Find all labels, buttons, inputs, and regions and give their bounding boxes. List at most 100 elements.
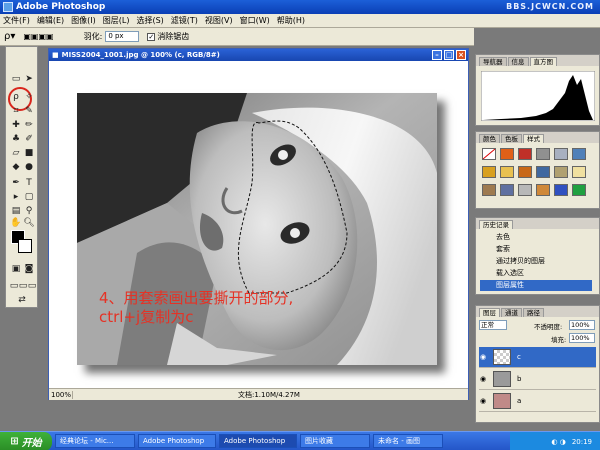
pen-icon[interactable]: ✒ xyxy=(10,177,22,189)
start-button[interactable]: ⊞ 开始 xyxy=(0,431,52,450)
menu-window[interactable]: 窗口(W) xyxy=(240,15,270,26)
tab-paths[interactable]: 路径 xyxy=(523,308,544,317)
eye-icon[interactable]: ◉ xyxy=(480,353,489,361)
layer-row-a[interactable]: ◉ a xyxy=(479,391,596,412)
lasso-preset-icon[interactable]: ρ▾ xyxy=(4,31,15,42)
dodge-icon[interactable]: ● xyxy=(23,161,35,173)
app-title: Adobe Photoshop xyxy=(16,2,106,12)
gradient-icon[interactable]: ■ xyxy=(23,147,35,159)
history-item-desaturate[interactable]: 去色 xyxy=(480,232,592,243)
style-swatch-7[interactable] xyxy=(482,166,496,178)
fill-input[interactable]: 100% xyxy=(569,333,595,343)
history-brush-icon[interactable]: ✐ xyxy=(23,133,35,145)
style-swatch-5[interactable] xyxy=(554,148,568,160)
jump-to-imageready-icon[interactable]: ⇄ xyxy=(16,294,28,306)
layers-panel: 图层 通道 路径 正常 不透明度: 100% 填充: 100% ◉ c ◉ b … xyxy=(475,305,600,423)
menu-file[interactable]: 文件(F) xyxy=(3,15,30,26)
feather-input[interactable]: 0 px xyxy=(105,31,140,42)
marquee-icon[interactable]: ▭ xyxy=(10,73,22,85)
selection-mode-icons[interactable]: ▣▣▣▣ xyxy=(23,32,53,41)
windows-logo-icon: ⊞ xyxy=(10,435,19,447)
magic-wand-icon[interactable]: ✧ xyxy=(23,91,35,103)
quickmask-on-icon[interactable]: ◙ xyxy=(23,263,35,275)
tab-navigator[interactable]: 导航器 xyxy=(479,57,507,66)
crop-icon[interactable]: ⌗ xyxy=(10,105,22,117)
task-forum[interactable]: 经典论坛 - Mic... xyxy=(55,434,135,448)
blur-icon[interactable]: ◆ xyxy=(10,161,22,173)
path-select-icon[interactable]: ▸ xyxy=(10,191,22,203)
tab-histogram[interactable]: 直方图 xyxy=(529,57,557,66)
style-swatch-6[interactable] xyxy=(572,148,586,160)
style-swatch-15[interactable] xyxy=(518,184,532,196)
style-swatch-11[interactable] xyxy=(554,166,568,178)
start-label: 开始 xyxy=(21,437,42,449)
clock: 20:19 xyxy=(571,437,592,446)
tab-history[interactable]: 历史记录 xyxy=(479,220,513,229)
style-swatch-10[interactable] xyxy=(536,166,550,178)
eraser-icon[interactable]: ▱ xyxy=(10,147,22,159)
history-item-load-selection[interactable]: 载入选区 xyxy=(480,268,592,279)
style-swatch-9[interactable] xyxy=(518,166,532,178)
antialias-checkbox[interactable]: ✓ xyxy=(147,32,156,41)
style-swatch-16[interactable] xyxy=(536,184,550,196)
caption-line-1: 4、用套索画出要撕开的部分, xyxy=(99,289,294,307)
menu-image[interactable]: 图像(I) xyxy=(71,15,96,26)
fill-label: 填充: xyxy=(551,336,567,344)
type-icon[interactable]: T xyxy=(23,177,35,189)
menu-help[interactable]: 帮助(H) xyxy=(277,15,305,26)
style-swatch-8[interactable] xyxy=(500,166,514,178)
style-swatch-2[interactable] xyxy=(500,148,514,160)
eye-icon[interactable]: ◉ xyxy=(480,397,489,405)
menu-view[interactable]: 视图(V) xyxy=(205,15,233,26)
style-swatch-12[interactable] xyxy=(572,166,586,178)
style-swatch-4[interactable] xyxy=(536,148,550,160)
zoom-level[interactable]: 100% xyxy=(49,390,73,399)
tab-channels[interactable]: 通道 xyxy=(501,308,522,317)
healing-icon[interactable]: ✚ xyxy=(10,119,22,131)
task-photoshop-1[interactable]: Adobe Photoshop xyxy=(138,434,216,448)
style-swatch-14[interactable] xyxy=(500,184,514,196)
background-color-swatch[interactable] xyxy=(18,239,32,253)
menu-select[interactable]: 选择(S) xyxy=(136,15,163,26)
close-icon[interactable]: × xyxy=(456,50,466,60)
style-swatch-18[interactable] xyxy=(572,184,586,196)
layer-row-c[interactable]: ◉ c xyxy=(479,347,596,368)
slice-icon[interactable]: ✎ xyxy=(23,105,35,117)
brush-icon[interactable]: ✏ xyxy=(23,119,35,131)
history-item-layer-properties[interactable]: 图层属性 xyxy=(480,280,592,291)
layer-row-b[interactable]: ◉ b xyxy=(479,369,596,390)
tray-icons[interactable]: ◐ ◑ xyxy=(551,438,565,446)
hand-icon[interactable]: ✋ xyxy=(10,217,22,229)
minimize-icon[interactable]: – xyxy=(432,50,442,60)
quickmask-off-icon[interactable]: ▣ xyxy=(10,263,22,275)
task-photoshop-2[interactable]: Adobe Photoshop xyxy=(219,434,297,448)
shape-icon[interactable]: ▢ xyxy=(23,191,35,203)
maximize-icon[interactable]: □ xyxy=(444,50,454,60)
task-paint[interactable]: 未命名 - 画图 xyxy=(373,434,443,448)
tab-layers[interactable]: 图层 xyxy=(479,308,500,317)
zoom-icon[interactable]: 🔍︎ xyxy=(23,217,35,229)
tab-info[interactable]: 信息 xyxy=(507,57,529,66)
screen-mode-3-icon[interactable]: ▭ xyxy=(26,280,38,292)
blend-mode-select[interactable]: 正常 xyxy=(479,320,507,330)
lasso-icon[interactable]: ρ xyxy=(10,91,22,103)
stamp-icon[interactable]: ♣ xyxy=(10,133,22,145)
history-item-layer-via-copy[interactable]: 通过拷贝的图层 xyxy=(480,256,592,267)
tab-color[interactable]: 颜色 xyxy=(479,134,500,143)
style-swatch-13[interactable] xyxy=(482,184,496,196)
style-swatch-17[interactable] xyxy=(554,184,568,196)
history-item-lasso[interactable]: 套索 xyxy=(480,244,592,255)
menu-layer[interactable]: 图层(L) xyxy=(103,15,130,26)
eyedropper-icon[interactable]: ⚲ xyxy=(23,205,35,217)
tab-styles[interactable]: 样式 xyxy=(523,134,544,143)
tab-swatches[interactable]: 色板 xyxy=(501,134,522,143)
task-pictures[interactable]: 图片收藏 xyxy=(300,434,370,448)
opacity-input[interactable]: 100% xyxy=(569,320,595,330)
notes-icon[interactable]: ▤ xyxy=(10,205,22,217)
move-icon[interactable]: ➤ xyxy=(23,73,35,85)
menu-edit[interactable]: 编辑(E) xyxy=(37,15,64,26)
style-swatch-3[interactable] xyxy=(518,148,532,160)
menu-filter[interactable]: 滤镜(T) xyxy=(171,15,198,26)
style-none-swatch[interactable] xyxy=(482,148,496,160)
eye-icon[interactable]: ◉ xyxy=(480,375,489,383)
